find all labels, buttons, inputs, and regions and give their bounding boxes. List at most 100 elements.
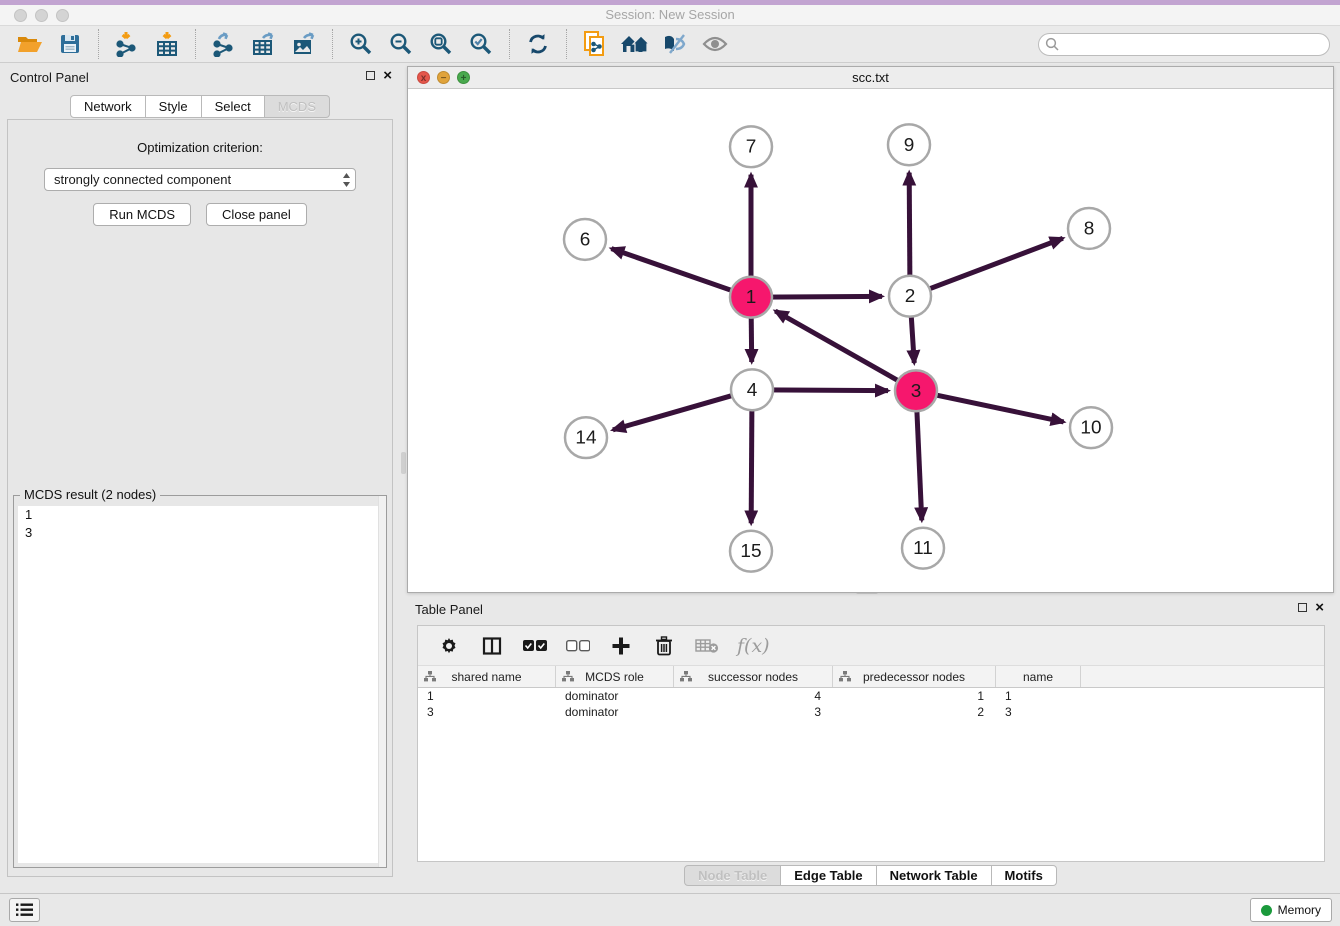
float-table-panel-icon[interactable]	[1298, 603, 1307, 612]
hide-details-icon	[662, 33, 688, 55]
zoom-out-button[interactable]	[386, 29, 416, 59]
network-window-titlebar[interactable]: x − + scc.txt	[408, 67, 1333, 89]
table-cell[interactable]: 1	[833, 688, 996, 704]
mcds-result-group: MCDS result (2 nodes) 13	[13, 495, 387, 868]
open-session-button[interactable]	[15, 29, 45, 59]
table-body: 1dominator4113dominator323	[418, 688, 1324, 720]
network-window-title: scc.txt	[408, 70, 1333, 85]
select-stepper-icon	[342, 172, 351, 191]
export-table-button[interactable]	[249, 29, 279, 59]
tab-node-table[interactable]: Node Table	[684, 865, 781, 886]
task-history-button[interactable]	[9, 898, 40, 922]
graph-node-label: 11	[913, 538, 933, 559]
close-panel-button[interactable]: Close panel	[206, 203, 307, 226]
search-input[interactable]	[1060, 37, 1323, 51]
graph-node-6[interactable]: 6	[564, 219, 606, 260]
table-row[interactable]: 1dominator411	[418, 688, 1324, 704]
refresh-button[interactable]	[523, 29, 553, 59]
table-cell[interactable]: 2	[833, 704, 996, 720]
graph-node-14[interactable]: 14	[565, 417, 607, 458]
graph-node-label: 8	[1084, 218, 1095, 239]
graph-node-15[interactable]: 15	[730, 531, 772, 572]
toolbar-search[interactable]	[1038, 33, 1330, 56]
table-cell[interactable]: 3	[674, 704, 833, 720]
table-cell[interactable]: 3	[418, 704, 556, 720]
control-panel-header: Control Panel ×	[0, 63, 400, 91]
delete-columns-button[interactable]	[649, 631, 679, 661]
memory-button[interactable]: Memory	[1250, 898, 1332, 922]
column-label: name	[1023, 670, 1053, 684]
column-header-name[interactable]: name	[996, 666, 1081, 687]
graph-node-2[interactable]: 2	[889, 276, 931, 317]
float-panel-icon[interactable]	[366, 71, 375, 80]
control-panel: Control Panel × NetworkStyleSelectMCDS O…	[0, 63, 400, 893]
table-cell[interactable]: 1	[418, 688, 556, 704]
column-header-predecessor-nodes[interactable]: predecessor nodes	[833, 666, 996, 687]
tab-mcds[interactable]: MCDS	[265, 95, 330, 118]
table-panel-title: Table Panel	[415, 602, 483, 617]
graph-node-label: 14	[575, 428, 596, 449]
close-panel-icon[interactable]: ×	[383, 70, 392, 81]
table-cell[interactable]: dominator	[556, 704, 674, 720]
select-all-columns-button[interactable]	[520, 631, 550, 661]
show-all-networks-button[interactable]	[620, 29, 650, 59]
unchecked-boxes-icon	[566, 640, 590, 652]
network-graph[interactable]: 7 9 6 8 1 2 4 3 14 10 15 11	[408, 89, 1333, 592]
graph-node-11[interactable]: 11	[902, 528, 944, 569]
zoom-in-button[interactable]	[346, 29, 376, 59]
table-cell[interactable]: 4	[674, 688, 833, 704]
table-settings-button[interactable]	[434, 631, 464, 661]
hide-graphics-details-button[interactable]	[660, 29, 690, 59]
graph-edge-2-8[interactable]	[910, 238, 1063, 296]
zoom-fit-button[interactable]	[426, 29, 456, 59]
tab-motifs[interactable]: Motifs	[992, 865, 1057, 886]
tab-network-table[interactable]: Network Table	[877, 865, 992, 886]
column-header-MCDS-role[interactable]: MCDS role	[556, 666, 674, 687]
copy-network-icon	[582, 30, 608, 58]
graph-node-7[interactable]: 7	[730, 126, 772, 167]
export-image-button[interactable]	[289, 29, 319, 59]
table-cell[interactable]: 1	[996, 688, 1081, 704]
show-graphics-details-button[interactable]	[700, 29, 730, 59]
graph-edge-3-10[interactable]	[916, 391, 1064, 422]
network-canvas[interactable]: 7 9 6 8 1 2 4 3 14 10 15 11	[408, 89, 1333, 592]
tab-network[interactable]: Network	[70, 95, 146, 118]
table-cell[interactable]: dominator	[556, 688, 674, 704]
column-label: MCDS role	[585, 670, 644, 684]
copy-network-button[interactable]	[580, 29, 610, 59]
add-column-button[interactable]	[606, 631, 636, 661]
table-row[interactable]: 3dominator323	[418, 704, 1324, 720]
tab-edge-table[interactable]: Edge Table	[781, 865, 876, 886]
toggle-panels-button[interactable]	[477, 631, 507, 661]
export-network-button[interactable]	[209, 29, 239, 59]
table-cell[interactable]: 3	[996, 704, 1081, 720]
save-session-button[interactable]	[55, 29, 85, 59]
function-builder-button[interactable]: f(x)	[737, 635, 770, 657]
column-header-shared-name[interactable]: shared name	[418, 666, 556, 687]
result-scrollbar[interactable]	[378, 496, 386, 867]
zoom-selected-button[interactable]	[466, 29, 496, 59]
graph-node-9[interactable]: 9	[888, 124, 930, 165]
vertical-splitter-handle[interactable]	[401, 452, 406, 474]
import-table-button[interactable]	[152, 29, 182, 59]
tab-select[interactable]: Select	[202, 95, 265, 118]
attribute-type-icon	[839, 671, 851, 682]
mcds-result-list[interactable]: 13	[18, 506, 382, 863]
graph-node-label: 7	[746, 137, 757, 158]
graph-node-8[interactable]: 8	[1068, 208, 1110, 249]
graph-node-1[interactable]: 1	[730, 277, 772, 318]
import-network-button[interactable]	[112, 29, 142, 59]
graph-edge-3-1[interactable]	[775, 311, 916, 391]
optimization-criterion-select[interactable]: strongly connected component	[44, 168, 356, 191]
graph-node-10[interactable]: 10	[1070, 407, 1112, 448]
graph-node-3[interactable]: 3	[895, 370, 937, 411]
deselect-all-columns-button[interactable]	[563, 631, 593, 661]
toolbar-separator	[509, 29, 510, 59]
delete-table-button[interactable]	[692, 631, 722, 661]
graph-node-4[interactable]: 4	[731, 369, 773, 410]
column-label: predecessor nodes	[863, 670, 965, 684]
run-mcds-button[interactable]: Run MCDS	[93, 203, 191, 226]
tab-style[interactable]: Style	[146, 95, 202, 118]
column-header-successor-nodes[interactable]: successor nodes	[674, 666, 833, 687]
close-table-panel-icon[interactable]: ×	[1315, 602, 1324, 613]
